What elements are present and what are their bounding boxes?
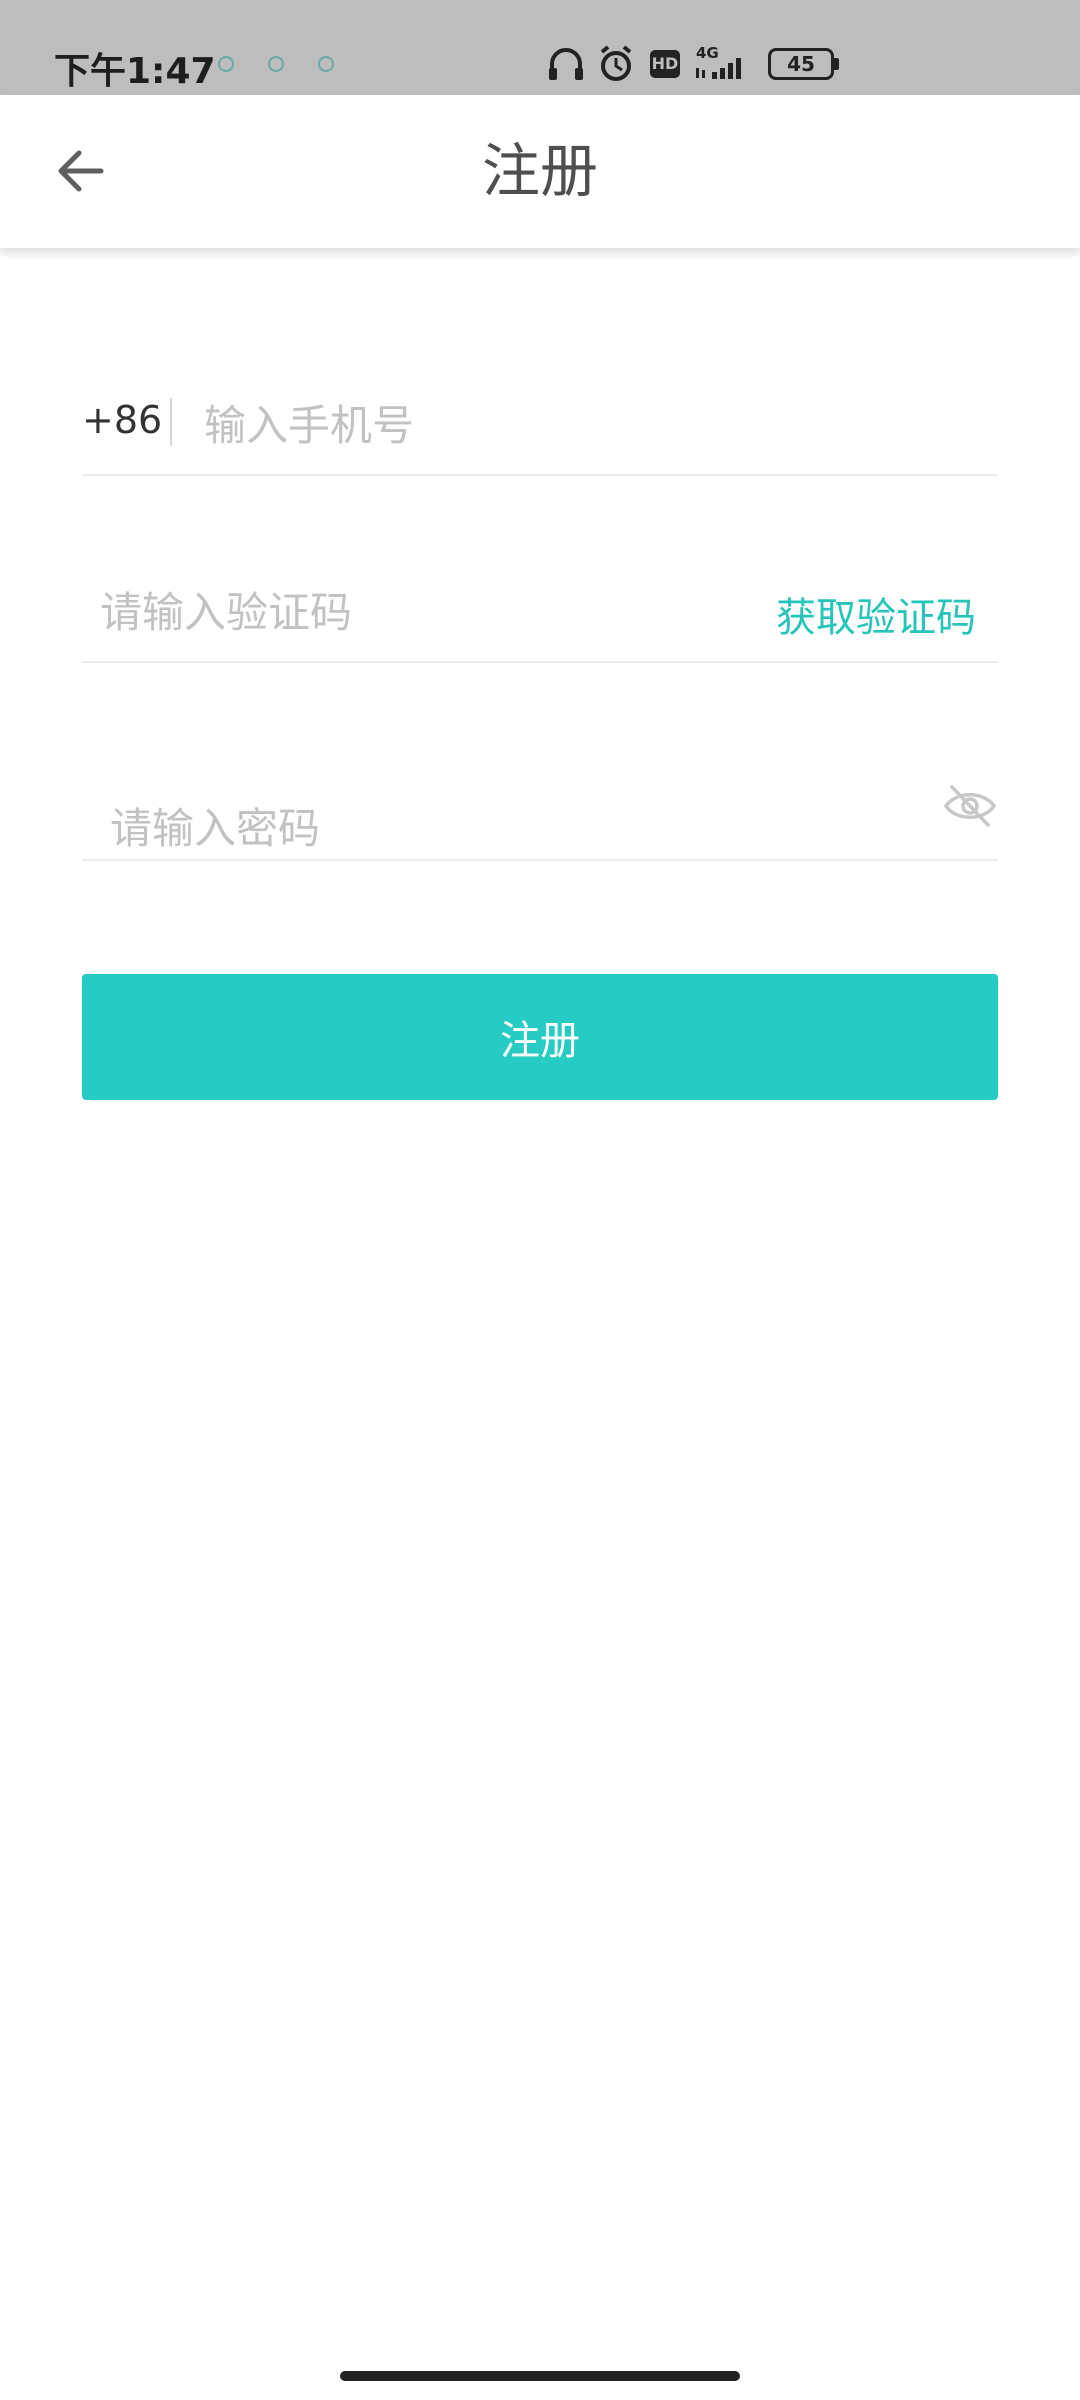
page-title: 注册	[481, 137, 598, 205]
headphones-icon	[549, 48, 583, 80]
battery-tip	[834, 58, 839, 70]
battery-icon: 45	[768, 48, 834, 80]
register-button[interactable]: 注册	[82, 974, 998, 1100]
get-code-button[interactable]: 获取验证码	[776, 585, 976, 643]
password-input[interactable]	[110, 793, 910, 863]
arrow-left-icon	[58, 150, 104, 192]
signal-icon	[696, 58, 741, 79]
phone-field: +86	[82, 378, 998, 476]
country-code[interactable]: +86	[82, 398, 162, 442]
phone-input[interactable]	[204, 390, 984, 460]
password-field	[82, 763, 998, 863]
app-bar: 注册	[0, 95, 1080, 248]
eye-off-icon[interactable]	[942, 781, 998, 831]
status-bar: 下午1:47 HD 4G 45	[0, 0, 1080, 95]
notification-icon	[318, 56, 334, 72]
prefix-divider	[170, 398, 172, 446]
verification-code-input[interactable]	[100, 577, 700, 647]
home-indicator[interactable]	[340, 2371, 740, 2381]
alarm-icon	[600, 45, 632, 81]
register-button-label: 注册	[500, 1018, 580, 1064]
back-button[interactable]	[40, 131, 120, 211]
notification-icon	[268, 56, 284, 72]
status-time: 下午1:47	[54, 51, 216, 92]
battery-level: 45	[787, 52, 815, 76]
notification-icon	[218, 56, 234, 72]
hd-badge: HD	[650, 50, 680, 78]
verification-code-field: 获取验证码	[82, 565, 998, 663]
